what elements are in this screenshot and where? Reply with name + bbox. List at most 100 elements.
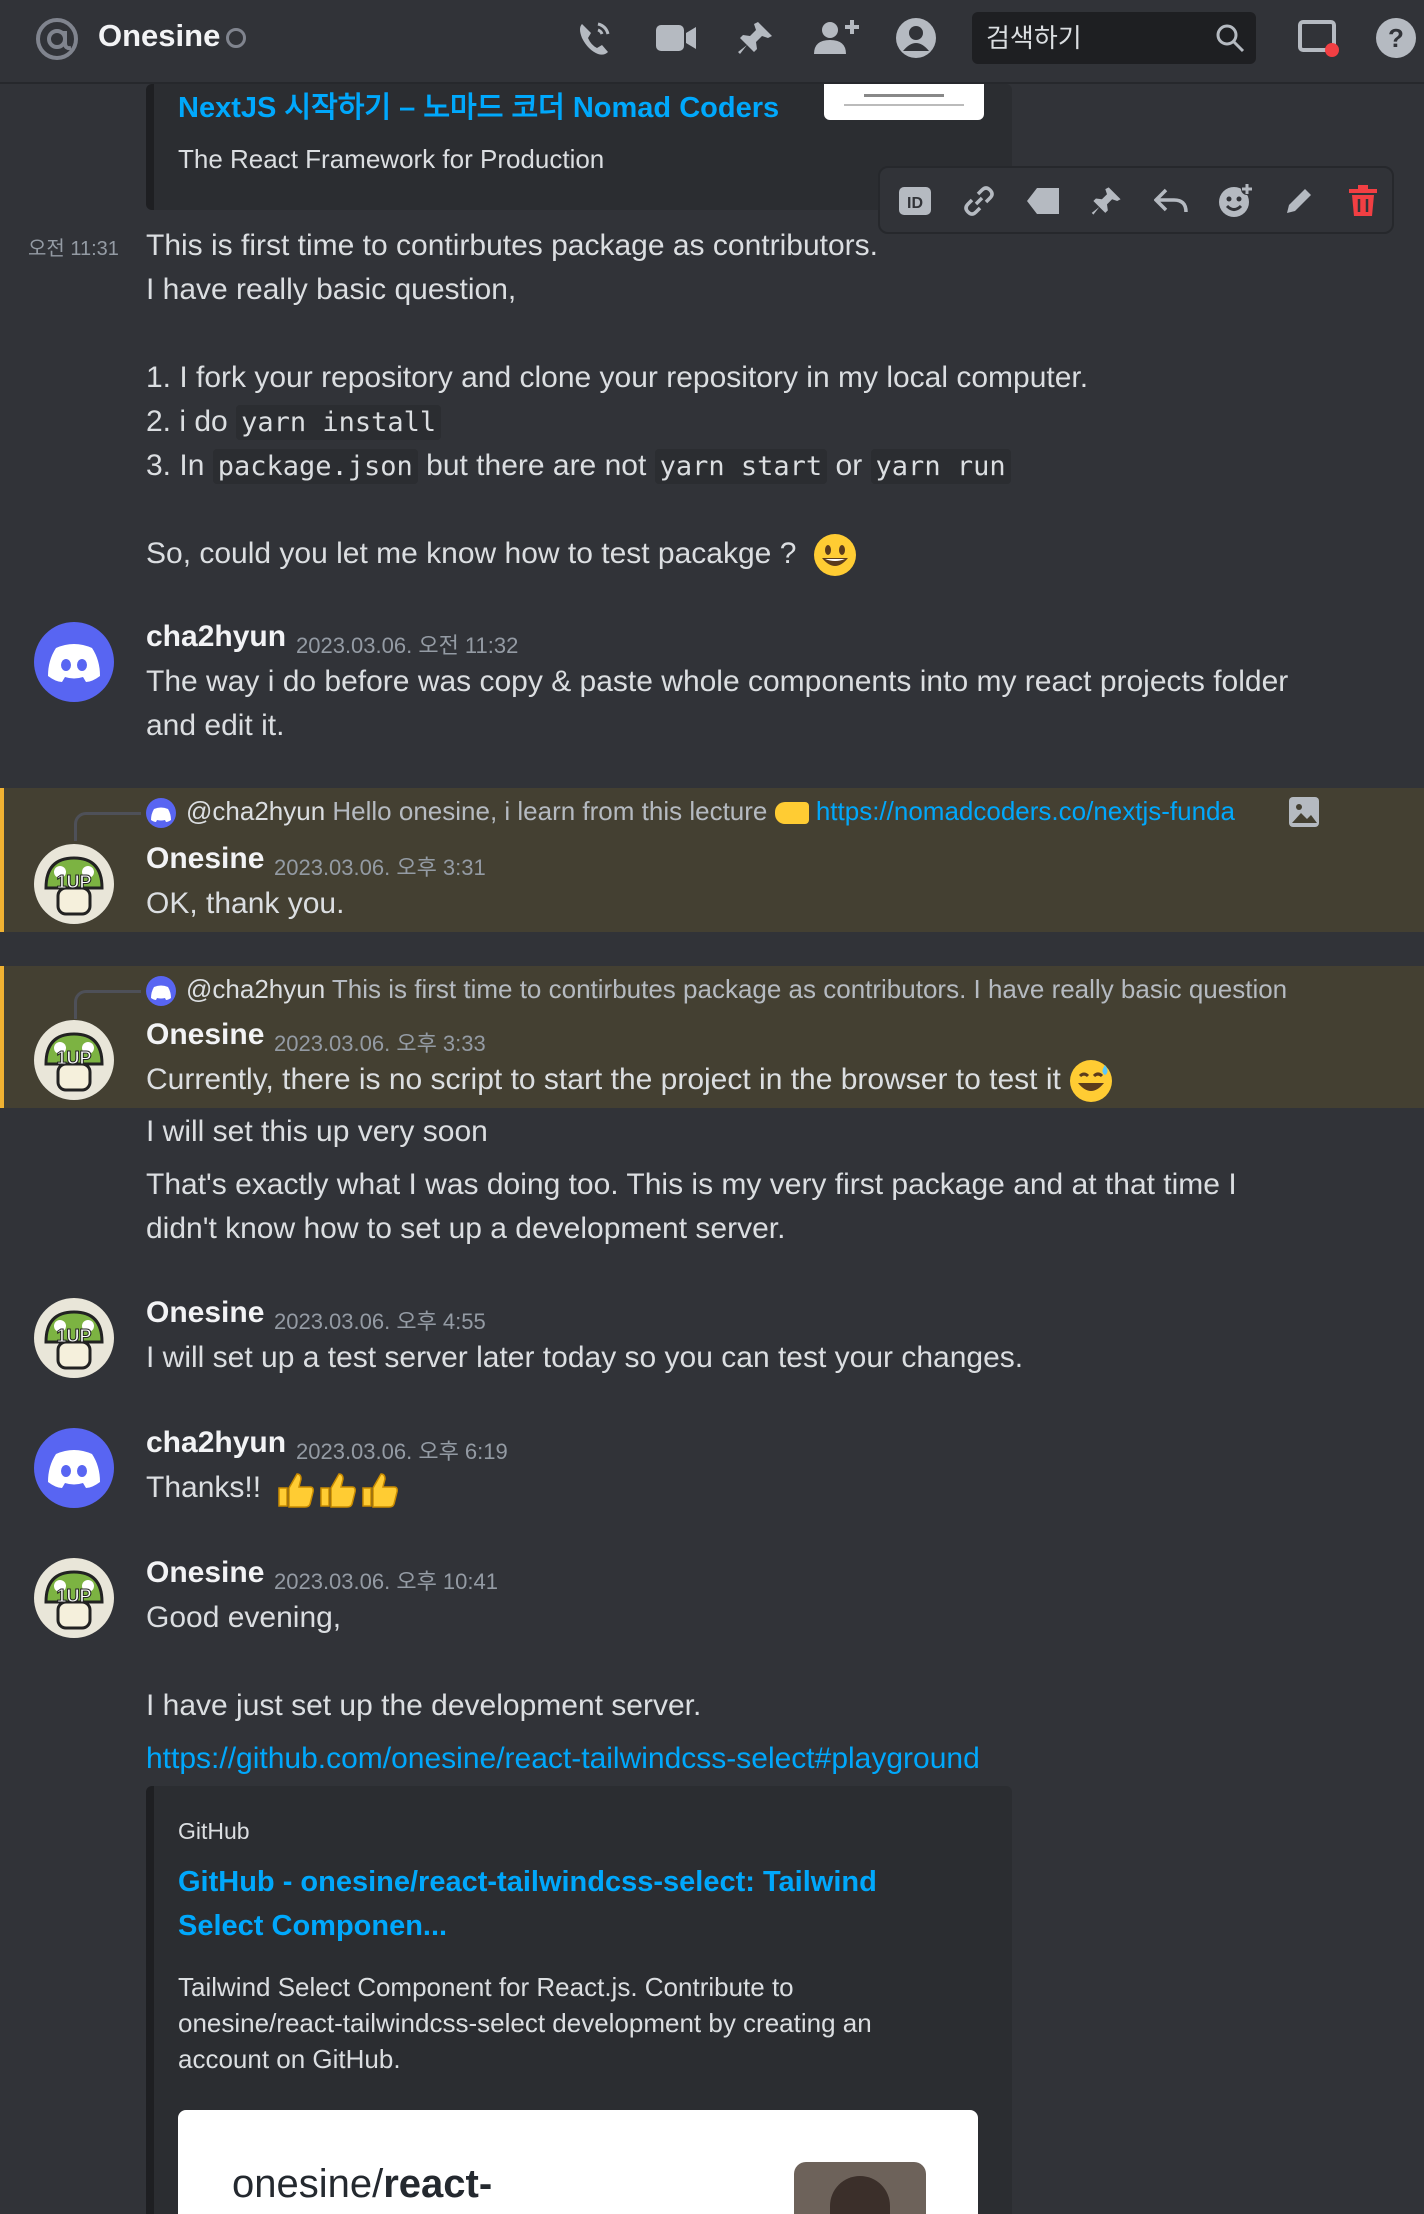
reply-icon[interactable] — [1148, 178, 1194, 224]
reply-preview[interactable]: @cha2hyun This is first time to contirbu… — [186, 974, 1386, 1005]
owner-avatar — [794, 2162, 926, 2214]
svg-text:1UP: 1UP — [56, 1048, 91, 1068]
thumbs-up-emoji-icon[interactable] — [275, 1468, 317, 1510]
embed-title-link[interactable]: GitHub - onesine/react-tailwindcss-selec… — [178, 1866, 877, 1899]
svg-text:1UP: 1UP — [56, 1586, 91, 1606]
inbox-icon[interactable] — [1294, 14, 1342, 62]
pointing-hand-emoji-icon — [774, 802, 809, 825]
channel-header: Onesine ? — [0, 0, 1424, 84]
message-line: The way i do before was copy & paste who… — [146, 665, 1289, 698]
avatar[interactable]: 1UP — [34, 844, 114, 924]
embed-description: onesine/react-tailwindcss-select develop… — [178, 2008, 872, 2038]
repo-name: react- — [383, 2162, 493, 2206]
repo-owner: onesine/ — [232, 2162, 384, 2206]
help-icon[interactable]: ? — [1372, 14, 1420, 62]
message-line: I will set this up very soon — [146, 1115, 488, 1148]
mushroom-1up-avatar-icon: 1UP — [34, 1020, 114, 1100]
text-segment: or — [827, 449, 871, 482]
text-segment: but there are not — [417, 449, 655, 482]
discord-logo-icon — [48, 644, 100, 682]
message-line: 1. I fork your repository and clone your… — [146, 361, 1089, 394]
embed-title-link[interactable]: Select Componen... — [178, 1910, 447, 1943]
text-segment: Thanks!! — [146, 1471, 262, 1504]
grinning-emoji-icon[interactable] — [813, 533, 857, 577]
text-segment: So, could you let me know how to test pa… — [146, 537, 797, 570]
embed-provider[interactable]: GitHub — [178, 1818, 250, 1845]
reply-avatar-icon — [146, 798, 176, 828]
avatar[interactable] — [34, 622, 114, 702]
text-segment: 2. i do — [146, 405, 237, 438]
message-line: I have just set up the development serve… — [146, 1689, 702, 1722]
avatar[interactable]: 1UP — [34, 1020, 114, 1100]
status-offline-icon — [226, 28, 246, 48]
github-embed: GitHub GitHub - onesine/react-tailwindcs… — [146, 1786, 1012, 2214]
embed-preview-image[interactable]: onesine/react- — [178, 2110, 978, 2214]
thumbs-up-emoji-icon[interactable] — [359, 1468, 401, 1510]
thumbs-up-emoji-icon[interactable] — [317, 1468, 359, 1510]
message-line: I will set up a test server later today … — [146, 1341, 1024, 1374]
reply-text: This is first time to contirbutes packag… — [331, 974, 1288, 1004]
message-line: didn't know how to set up a development … — [146, 1212, 786, 1245]
message-date: 2023.03.06. 오후 6:19 — [296, 1439, 508, 1464]
add-friends-to-dm-icon[interactable] — [812, 14, 860, 62]
delete-icon[interactable] — [1340, 178, 1386, 224]
reply-preview[interactable]: @cha2hyun Hello onesine, i learn from th… — [186, 796, 1276, 827]
copy-link-icon[interactable] — [956, 178, 1002, 224]
message-line: 2. i do yarn install — [146, 400, 442, 445]
reply-avatar-icon — [146, 976, 176, 1006]
pin-message-icon[interactable] — [1084, 178, 1130, 224]
mushroom-1up-avatar-icon: 1UP — [34, 1298, 114, 1378]
svg-text:1UP: 1UP — [56, 872, 91, 892]
text-segment: 3. In — [146, 449, 213, 482]
avatar[interactable] — [34, 1428, 114, 1508]
image-attachment-icon — [1289, 797, 1319, 827]
inline-code: package.json — [212, 449, 418, 484]
inline-code: yarn install — [236, 405, 442, 440]
message-author[interactable]: cha2hyun — [146, 620, 286, 654]
reply-link[interactable]: https://nomadcoders.co/nextjs-funda — [816, 796, 1235, 826]
start-voice-call-icon[interactable] — [570, 14, 618, 62]
message-author[interactable]: Onesine — [146, 1556, 264, 1590]
embed-thumbnail[interactable] — [824, 84, 984, 120]
mushroom-1up-avatar-icon: 1UP — [34, 844, 114, 924]
avatar[interactable]: 1UP — [34, 1558, 114, 1638]
copy-id-icon[interactable]: ID — [892, 178, 938, 224]
add-reaction-icon[interactable] — [1212, 178, 1258, 224]
message-date: 2023.03.06. 오후 4:55 — [274, 1309, 486, 1334]
discord-logo-icon — [48, 1450, 100, 1488]
reply-connector — [74, 990, 141, 1019]
message-author[interactable]: Onesine — [146, 1018, 264, 1052]
user-profile-icon[interactable] — [892, 14, 940, 62]
avatar[interactable]: 1UP — [34, 1298, 114, 1378]
repo-card-title: onesine/react- — [232, 2162, 492, 2207]
search-input[interactable] — [984, 12, 1208, 66]
message-timestamp: 오전 11:31 — [28, 238, 119, 260]
reply-author[interactable]: @cha2hyun — [186, 974, 325, 1004]
message-line: Thanks!! — [146, 1466, 401, 1510]
message-actions-toolbar: ID — [878, 166, 1394, 234]
message-line: So, could you let me know how to test pa… — [146, 532, 857, 577]
message-line: This is first time to contirbutes packag… — [146, 229, 878, 262]
sweat-smile-emoji-icon[interactable] — [1069, 1059, 1113, 1103]
message-author[interactable]: Onesine — [146, 842, 264, 876]
github-link[interactable]: https://github.com/onesine/react-tailwin… — [146, 1737, 980, 1781]
embed-title-link[interactable]: NextJS 시작하기 – 노마드 코더 Nomad Coders — [178, 84, 779, 126]
at-sign-icon — [36, 18, 78, 60]
message-author[interactable]: Onesine — [146, 1296, 264, 1330]
message-line: Currently, there is no script to start t… — [146, 1058, 1113, 1103]
embed-description: Tailwind Select Component for React.js. … — [178, 1972, 794, 2002]
search-box[interactable] — [972, 12, 1256, 66]
message-date: 2023.03.06. 오후 10:41 — [274, 1569, 498, 1594]
svg-text:1UP: 1UP — [56, 1326, 91, 1346]
message-author[interactable]: cha2hyun — [146, 1426, 286, 1460]
message-date: 2023.03.06. 오전 11:32 — [296, 633, 519, 658]
mark-unread-icon[interactable] — [1020, 178, 1066, 224]
edit-icon[interactable] — [1276, 178, 1322, 224]
dm-title: Onesine — [98, 18, 221, 53]
search-icon — [1216, 24, 1245, 53]
reply-author[interactable]: @cha2hyun — [186, 796, 325, 826]
svg-text:ID: ID — [907, 195, 923, 212]
pinned-messages-icon[interactable] — [732, 14, 780, 62]
start-video-call-icon[interactable] — [652, 14, 700, 62]
message-date: 2023.03.06. 오후 3:33 — [274, 1031, 486, 1056]
